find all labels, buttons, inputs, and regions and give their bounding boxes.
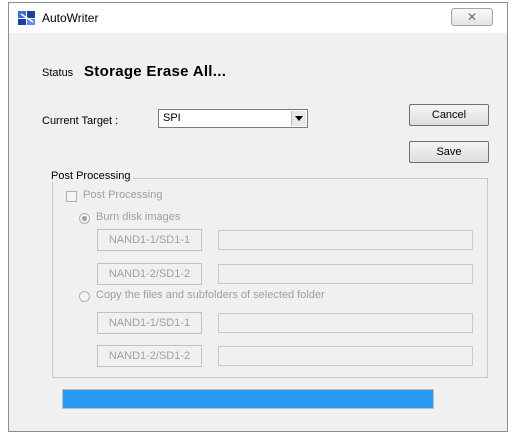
current-target-value: SPI [163,112,181,124]
app-icon [18,11,35,25]
copy-files-label: Copy the files and subfolders of selecte… [96,289,325,301]
cancel-button[interactable]: Cancel [409,104,489,126]
save-button[interactable]: Save [409,141,489,163]
burn-nand1-2-path-field[interactable] [218,264,473,284]
copy-nand1-2-path-field[interactable] [218,346,473,366]
title-bar[interactable]: AutoWriter ✕ [9,3,507,33]
copy-nand1-1-path-field[interactable] [218,313,473,333]
post-processing-checkbox-label: Post Processing [83,189,163,201]
copy-files-radio[interactable] [79,291,90,302]
burn-disk-images-label: Burn disk images [96,211,181,223]
status-label: Status [42,67,74,79]
progress-bar-fill [63,390,433,408]
copy-nand1-2-button[interactable]: NAND1-2/SD1-2 [97,345,202,367]
close-button[interactable]: ✕ [451,8,493,26]
burn-nand1-2-button[interactable]: NAND1-2/SD1-2 [97,263,202,285]
burn-nand1-1-button[interactable]: NAND1-1/SD1-1 [97,229,202,251]
current-target-select[interactable]: SPI [158,109,308,128]
close-icon: ✕ [466,10,478,24]
status-value: Storage Erase All... [84,63,227,80]
chevron-down-icon[interactable] [291,111,306,126]
copy-nand1-1-button[interactable]: NAND1-1/SD1-1 [97,312,202,334]
burn-nand1-1-path-field[interactable] [218,230,473,250]
current-target-label: Current Target : [42,115,119,127]
post-processing-legend: Post Processing [48,170,134,182]
post-processing-checkbox[interactable] [66,191,77,202]
burn-disk-images-radio[interactable] [79,213,90,224]
progress-bar [62,389,434,409]
window-title: AutoWriter [42,11,99,25]
